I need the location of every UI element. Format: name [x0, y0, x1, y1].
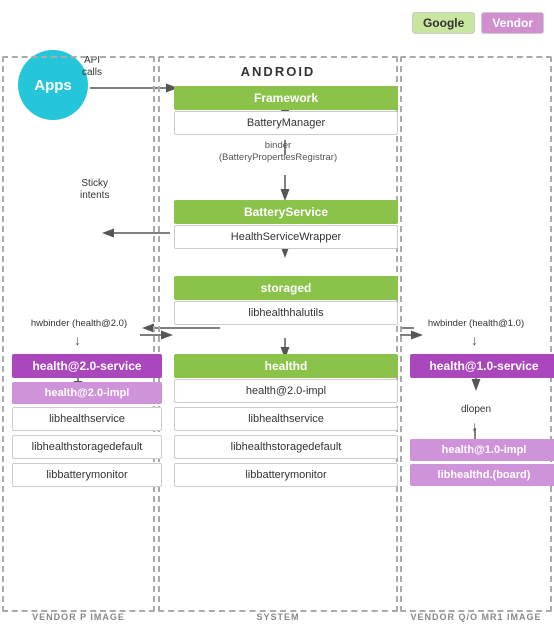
- framework-box: Framework: [174, 86, 398, 110]
- center-libhealthstoragedefault-box: libhealthstoragedefault: [174, 435, 398, 459]
- left-health-impl-box: health@2.0-impl: [12, 382, 162, 404]
- healthd-box: healthd: [174, 354, 398, 378]
- storaged-box: storaged: [174, 276, 398, 300]
- left-hwbinder-label: hwbinder (health@2.0): [4, 318, 154, 329]
- vendor-q-footer: VENDOR Q/O MR1 IMAGE: [400, 612, 552, 622]
- android-header: ANDROID: [158, 60, 398, 79]
- right-health-service-box: health@1.0-service: [410, 354, 554, 378]
- left-libbatterymonitor-box: libbatterymonitor: [12, 463, 162, 487]
- right-health-impl-box: health@1.0-impl: [410, 439, 554, 461]
- right-libhealthd-board-box: libhealthd.(board): [410, 464, 554, 486]
- dlopen-label: dlopen: [402, 404, 550, 415]
- health-service-wrapper-box: HealthServiceWrapper: [174, 225, 398, 249]
- binder-label: binderbinder (BatteryPropertiesRegistrar…: [166, 140, 390, 165]
- system-footer: SYSTEM: [158, 612, 398, 622]
- right-hwbinder-label: hwbinder (health@1.0): [400, 318, 552, 329]
- left-libhealthstoragedefault-box: libhealthstoragedefault: [12, 435, 162, 459]
- center-health-impl-box: health@2.0-impl: [174, 379, 398, 403]
- diagram-container: Google Vendor Apps APIcalls Stickyintent…: [0, 0, 554, 626]
- left-hwbinder-arrow: ↓: [74, 332, 81, 348]
- dlopen-arrow: ↓: [471, 418, 478, 434]
- battery-manager-box: BatteryManager: [174, 111, 398, 135]
- legend: Google Vendor: [412, 12, 544, 34]
- battery-service-box: BatteryService: [174, 200, 398, 224]
- center-libhealthservice-box: libhealthservice: [174, 407, 398, 431]
- left-libhealthservice-box: libhealthservice: [12, 407, 162, 431]
- center-libbatterymonitor-box: libbatterymonitor: [174, 463, 398, 487]
- right-hwbinder-arrow: ↓: [471, 332, 478, 348]
- left-health-service-box: health@2.0-service: [12, 354, 162, 378]
- libhealthhalutils-box: libhealthhalutils: [174, 301, 398, 325]
- legend-vendor: Vendor: [481, 12, 544, 34]
- vendor-p-footer: VENDOR P IMAGE: [2, 612, 155, 622]
- legend-google: Google: [412, 12, 475, 34]
